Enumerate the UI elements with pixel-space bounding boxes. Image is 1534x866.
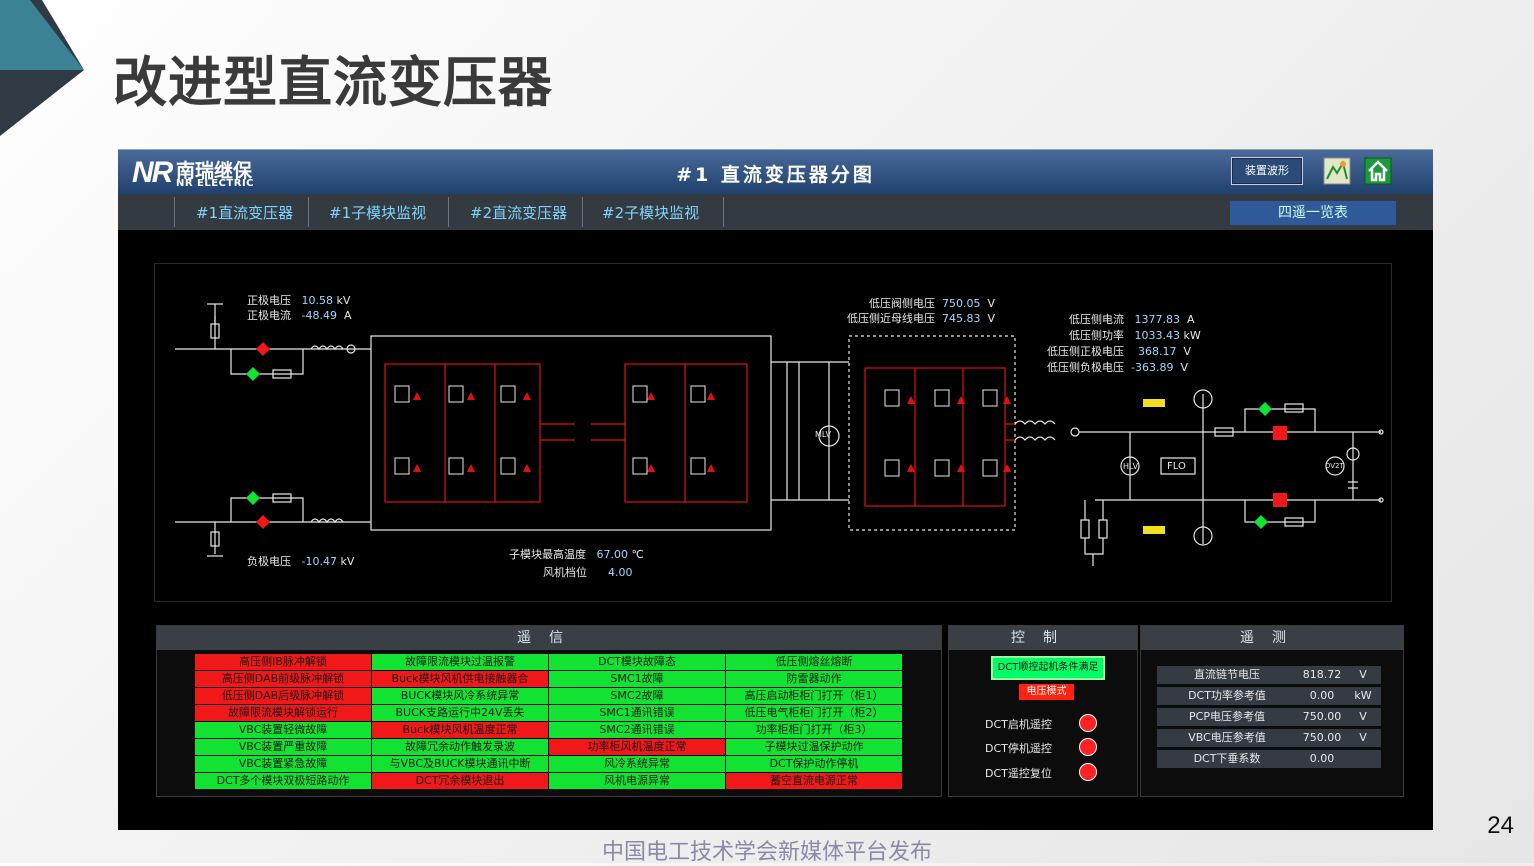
measurement-row: PCP电压参考值 750.00 V [1157, 708, 1381, 726]
telesignal-item: DCT多个模块双极短路动作 [195, 773, 371, 789]
tab-divider [308, 197, 309, 227]
tab-dct2[interactable]: #2直流变压器 [470, 202, 567, 223]
measurement-row: DCT功率参考值 0.00 kW [1157, 687, 1381, 705]
tab-dct2-submodule[interactable]: #2子模块监视 [602, 202, 699, 223]
telesignal-item: DCT保护动作停机 [726, 756, 902, 772]
lv-bus-voltage-reading: 低压侧近母线电压 745.83 V [847, 312, 996, 325]
lv-valve-voltage-reading: 低压阀侧电压 750.05 V [869, 297, 996, 310]
dv2t-symbol: DV2T [1325, 462, 1344, 470]
start-command-label: DCT启机遥控 [985, 718, 1052, 731]
telesignal-item: 高压启动柜柜门打开（柜1） [726, 688, 902, 704]
control-panel: 控制 DCT顺控起机条件满足 电压模式 DCT启机遥控 DCT停机遥控 DCT遥… [948, 625, 1138, 797]
measurement-value: 750.00 [1302, 731, 1342, 744]
tab-divider [723, 197, 724, 227]
measurement-row: 直流链节电压 818.72 V [1157, 666, 1381, 684]
telesignal-item: 低压电气柜柜门打开（柜2） [726, 705, 902, 721]
telesignal-item: VBC装置严重故障 [195, 739, 371, 755]
telesignal-item: 低压侧熔丝熔断 [726, 654, 902, 670]
publisher-footer: 中国电工技术学会新媒体平台发布 [601, 840, 932, 865]
overview-table-button[interactable]: 四遥一览表 [1230, 201, 1396, 225]
telesignal-item: 功率柜风机温度正常 [549, 739, 725, 755]
stop-command-label: DCT停机遥控 [985, 742, 1052, 755]
circuit-diagram: MLV HLV FLO DV2T 正极电压 10.58 kV 正极电流 -48.… [154, 263, 1392, 602]
telesignal-item: 与VBC及BUCK模块通讯中断 [372, 756, 548, 772]
home-icon[interactable] [1364, 157, 1392, 185]
measurement-label: DCT下垂系数 [1193, 752, 1261, 765]
measurement-panel: 遥测 直流链节电压 818.72 V DCT功率参考值 0.00 kW PCP电压参考值 75… [1140, 625, 1404, 797]
telesignal-item: SMC2通讯错误 [549, 722, 725, 738]
telesignal-item: 故障冗余动作触发录波 [372, 739, 548, 755]
voltage-mode-button[interactable]: 电压模式 [1019, 684, 1074, 700]
header-bar: NR 南瑞继保 NR ELECTRIC #1 直流变压器分图 装置波形 [118, 149, 1433, 195]
reset-command-label: DCT遥控复位 [985, 767, 1052, 780]
telesignal-item: 功率柜柜门打开（柜3） [726, 722, 902, 738]
telesignal-item: BUCK支路运行中24V丢失 [372, 705, 548, 721]
slide-title: 改进型直流变压器 [113, 51, 553, 114]
measurement-label: 直流链节电压 [1194, 668, 1260, 681]
reset-command-lamp[interactable] [1079, 763, 1097, 781]
telesignal-item: SMC2故障 [549, 688, 725, 704]
telesignal-title: 遥信 [157, 626, 941, 650]
telesignal-item: 风机电源异常 [549, 773, 725, 789]
control-title: 控制 [949, 626, 1137, 650]
hmi-screen: NR 南瑞继保 NR ELECTRIC #1 直流变压器分图 装置波形 #1直流… [118, 149, 1433, 830]
telesignal-item: BUCK模块风冷系统异常 [372, 688, 548, 704]
telesignal-item: SMC1故障 [549, 671, 725, 687]
telesignal-item: Buck模块风机供电接触器合 [372, 671, 548, 687]
submodule-max-temp-reading: 子模块最高温度 67.00 ℃ [509, 548, 644, 561]
telesignal-item: Buck模块风机温度正常 [372, 722, 548, 738]
telesignal-item: SMC1通讯错误 [549, 705, 725, 721]
hlv-symbol: HLV [1123, 462, 1139, 471]
slide-corner-decoration [0, 0, 84, 136]
start-command-lamp[interactable] [1079, 714, 1097, 732]
telesignal-panel: 遥信 高压侧IB脉冲解锁 故障限流模块过温报警 DCT模块故障态 低压侧熔丝熔断高压侧… [156, 625, 942, 797]
measurement-row: VBC电压参考值 750.00 V [1157, 729, 1381, 747]
mlv-symbol: MLV [815, 430, 831, 439]
measurement-label: PCP电压参考值 [1189, 710, 1265, 723]
telesignal-item: VBC装置轻微故障 [195, 722, 371, 738]
network-icon[interactable] [1323, 157, 1351, 185]
measurement-value: 0.00 [1309, 689, 1335, 702]
flo-symbol: FLO [1167, 461, 1186, 472]
measurement-value: 750.00 [1302, 710, 1342, 723]
lv-current-reading: 低压侧电流 1377.83 A [1069, 313, 1195, 326]
start-condition-button[interactable]: DCT顺控起机条件满足 [991, 656, 1105, 680]
telesignal-item: 低压侧DAB后级脉冲解锁 [195, 688, 371, 704]
neg-voltage-reading: 负极电压 -10.47 kV [247, 555, 355, 568]
pos-current-reading: 正极电流 -48.49 A [247, 309, 352, 322]
measurement-value: 0.00 [1309, 752, 1335, 765]
lv-neg-voltage-reading: 低压侧负极电压 -363.89 V [1047, 361, 1188, 374]
fan-level-reading: 风机档位 4.00 [543, 566, 633, 579]
measurement-unit: kW [1354, 689, 1372, 702]
telesignal-item: VBC装置紧急故障 [195, 756, 371, 772]
lv-pos-voltage-reading: 低压侧正极电压 368.17 V [1047, 345, 1192, 358]
pos-voltage-reading: 正极电压 10.58 kV [247, 294, 351, 307]
telesignal-item: 蓄空直流电源正常 [726, 773, 902, 789]
telesignal-item: 高压侧IB脉冲解锁 [195, 654, 371, 670]
measurement-value: 818.72 [1302, 668, 1342, 681]
telesignal-item: 故障限流模块过温报警 [372, 654, 548, 670]
telesignal-item: 故障限流模块解锁运行 [195, 705, 371, 721]
measurement-label: VBC电压参考值 [1188, 731, 1266, 744]
telesignal-item: DCT冗余模块退出 [372, 773, 548, 789]
tab-divider [448, 197, 449, 227]
measurement-label: DCT功率参考值 [1188, 689, 1266, 702]
telesignal-item: 高压侧DAB前级脉冲解锁 [195, 671, 371, 687]
telesignal-item: 防雷器动作 [726, 671, 902, 687]
measurement-unit: V [1359, 731, 1367, 744]
lv-power-reading: 低压侧功率 1033.43 kW [1069, 329, 1201, 342]
stop-command-lamp[interactable] [1079, 738, 1097, 756]
tab-dct1[interactable]: #1直流变压器 [196, 202, 293, 223]
measurement-unit: V [1359, 668, 1367, 681]
telesignal-item: 风冷系统异常 [549, 756, 725, 772]
telesignal-item: DCT模块故障态 [549, 654, 725, 670]
tab-dct1-submodule[interactable]: #1子模块监视 [329, 202, 426, 223]
waveform-button[interactable]: 装置波形 [1231, 157, 1303, 185]
tab-divider [582, 197, 583, 227]
tab-divider [174, 197, 175, 227]
telesignal-item: 子模块过温保护动作 [726, 739, 902, 755]
measurement-row: DCT下垂系数 0.00 [1157, 750, 1381, 768]
measurement-unit: V [1359, 710, 1367, 723]
measurement-title: 遥测 [1141, 626, 1403, 650]
